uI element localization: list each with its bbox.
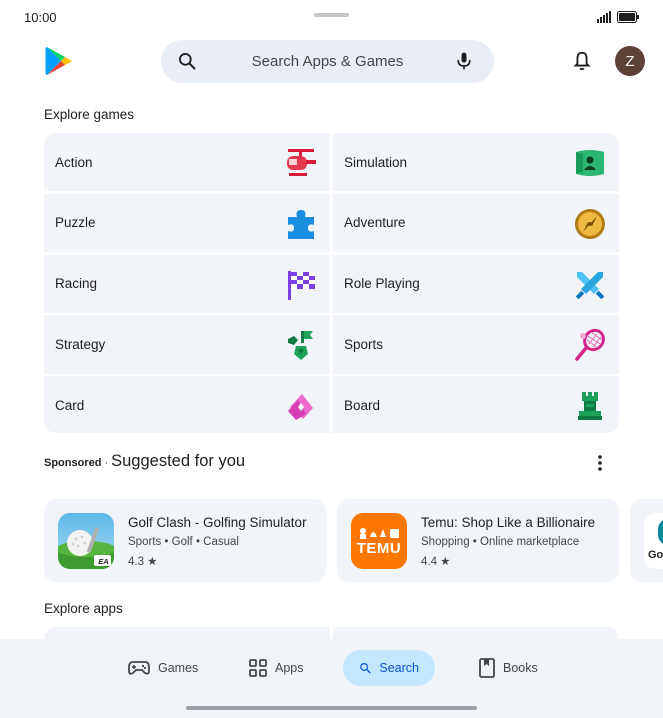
category-board[interactable]: Board: [333, 376, 619, 433]
signal-icon: [597, 11, 611, 23]
battery-icon: [617, 11, 639, 23]
category-label: Action: [55, 154, 93, 170]
category-role-playing[interactable]: Role Playing: [333, 254, 619, 313]
category-label: Strategy: [55, 337, 106, 353]
category-simulation[interactable]: Simulation: [333, 133, 619, 192]
category-strategy[interactable]: Strategy: [44, 315, 330, 374]
app-tags: Sports • Golf • Casual: [128, 536, 239, 548]
google-play-logo-icon[interactable]: [45, 46, 73, 76]
explore-apps-title: Explore apps: [44, 601, 123, 616]
category-label: Board: [344, 397, 381, 413]
microphone-icon[interactable]: [454, 51, 474, 71]
nav-apps[interactable]: Apps: [233, 650, 320, 686]
sponsored-label: Sponsored: [44, 457, 102, 469]
app-card-golf-clash[interactable]: EA Golf Clash - Golfing Simulator Sports…: [44, 499, 326, 582]
suggested-title: Suggested for you: [111, 452, 246, 470]
drag-handle: [314, 13, 349, 17]
nav-games[interactable]: Games: [112, 650, 214, 686]
app-card-partial[interactable]: Go: [630, 499, 663, 582]
partial-app-icon: Go: [644, 513, 663, 569]
app-card-temu[interactable]: TEMU Temu: Shop Like a Billionaire Shopp…: [337, 499, 619, 582]
partial-app-text: Go: [648, 549, 663, 561]
top-app-bar: Search Apps & Games Z: [0, 38, 663, 84]
status-bar: 10:00: [0, 0, 663, 34]
category-label: Card: [55, 397, 85, 413]
category-card[interactable]: Card: [44, 376, 330, 433]
notifications-bell-icon[interactable]: [571, 50, 593, 72]
temu-app-icon: TEMU: [351, 513, 407, 569]
category-label: Role Playing: [344, 276, 420, 292]
search-bar[interactable]: Search Apps & Games: [161, 40, 494, 83]
home-indicator: [186, 706, 477, 710]
category-action[interactable]: Action: [44, 133, 330, 192]
app-name: Golf Clash - Golfing Simulator: [128, 515, 307, 530]
search-icon: [179, 53, 196, 70]
app-rating: 4.4 ★: [421, 556, 451, 568]
nav-books[interactable]: Books: [463, 650, 554, 686]
nav-label: Books: [503, 661, 538, 675]
compass-icon: [575, 208, 605, 239]
crossed-swords-icon: [575, 271, 605, 299]
explore-games-title: Explore games: [44, 107, 135, 122]
nav-label: Search: [379, 661, 419, 675]
nav-search[interactable]: Search: [343, 650, 435, 686]
separator: ·: [104, 457, 109, 469]
gamepad-icon: [128, 661, 150, 675]
tennis-racket-icon: [575, 329, 605, 362]
simulation-icon: [576, 150, 604, 176]
game-categories-grid: Action Simulation Puzzle Adventure Racin…: [44, 133, 619, 433]
bottom-navigation: Games Apps Search Books: [0, 639, 663, 718]
chess-piece-icon: [578, 392, 602, 421]
category-label: Adventure: [344, 215, 406, 231]
category-puzzle[interactable]: Puzzle: [44, 193, 330, 253]
nav-label: Games: [158, 661, 199, 675]
strategy-icon: [288, 331, 313, 361]
book-icon: [479, 658, 495, 678]
more-vert-icon[interactable]: [591, 454, 609, 472]
search-input[interactable]: Search Apps & Games: [161, 53, 494, 70]
search-icon: [360, 662, 371, 674]
status-icons: [597, 11, 639, 23]
account-avatar[interactable]: Z: [615, 46, 645, 76]
helicopter-icon: [287, 149, 316, 176]
suggested-header: Sponsored · Suggested for you: [44, 452, 619, 474]
app-rating: 4.3 ★: [128, 556, 158, 568]
category-adventure[interactable]: Adventure: [333, 193, 619, 253]
status-time: 10:00: [24, 10, 57, 25]
checkered-flag-icon: [288, 270, 315, 300]
category-sports[interactable]: Sports: [333, 315, 619, 374]
app-tags: Shopping • Online marketplace: [421, 536, 580, 548]
category-label: Sports: [344, 337, 384, 353]
cards-icon: [288, 394, 313, 421]
apps-grid-icon: [249, 659, 267, 677]
app-name: Temu: Shop Like a Billionaire: [421, 515, 596, 530]
temu-logo-text: TEMU: [356, 540, 402, 557]
category-label: Puzzle: [55, 215, 96, 231]
puzzle-piece-icon: [288, 209, 314, 239]
category-label: Racing: [55, 276, 98, 292]
ea-badge: EA: [98, 557, 109, 566]
nav-label: Apps: [275, 661, 304, 675]
category-racing[interactable]: Racing: [44, 254, 330, 313]
category-label: Simulation: [344, 154, 408, 170]
